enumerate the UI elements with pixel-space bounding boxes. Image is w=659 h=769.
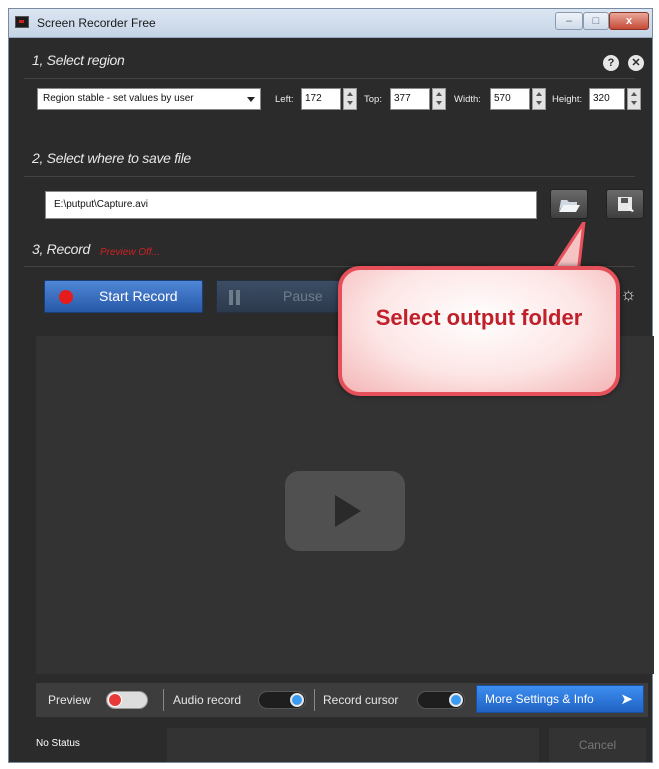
divider — [24, 78, 635, 79]
save-as-icon — [618, 197, 634, 212]
section-1-title: 1, Select region — [32, 52, 125, 68]
chevron-down-icon — [247, 97, 255, 102]
top-input[interactable]: 377 — [390, 88, 430, 110]
start-record-label: Start Record — [99, 288, 178, 304]
save-file-button[interactable] — [606, 189, 644, 219]
toggle-knob — [449, 693, 463, 707]
cursor-toggle-label: Record cursor — [323, 693, 399, 707]
status-box — [167, 728, 539, 762]
play-triangle — [335, 495, 361, 527]
cancel-button[interactable]: Cancel — [549, 728, 646, 762]
cursor-toggle[interactable] — [417, 691, 465, 709]
send-icon: ➤ — [620, 691, 633, 708]
left-spinner[interactable] — [343, 88, 357, 110]
more-settings-button[interactable]: More Settings & Info ➤ — [476, 685, 644, 713]
help-icon[interactable]: ? — [603, 55, 619, 71]
section-3-title: 3, Record — [32, 241, 90, 257]
region-mode-value: Region stable - set values by user — [43, 93, 194, 104]
output-path-field[interactable]: E:\putput\Capture.avi — [45, 191, 537, 219]
close-window-button[interactable]: x — [609, 12, 649, 30]
preview-toggle[interactable] — [106, 691, 148, 709]
close-panel-icon[interactable]: ✕ — [628, 55, 644, 71]
start-record-button[interactable]: Start Record — [44, 280, 203, 313]
browse-folder-button[interactable] — [550, 189, 588, 219]
top-spinner[interactable] — [432, 88, 446, 110]
width-input[interactable]: 570 — [490, 88, 530, 110]
preview-toggle-label: Preview — [48, 693, 91, 707]
title-bar: Screen Recorder Free – □ x — [9, 9, 652, 38]
preview-status: Preview Off... — [100, 247, 161, 258]
status-text: No Status — [36, 738, 80, 749]
settings-icon[interactable]: ☼ — [620, 284, 637, 305]
minimize-button[interactable]: – — [555, 12, 583, 30]
width-spinner[interactable] — [532, 88, 546, 110]
folder-open-icon — [559, 200, 580, 212]
play-icon[interactable] — [285, 471, 405, 551]
left-label: Left: — [275, 94, 294, 105]
more-settings-label: More Settings & Info — [485, 692, 594, 706]
toggle-knob — [108, 693, 122, 707]
maximize-button[interactable]: □ — [583, 12, 609, 30]
left-input[interactable]: 172 — [301, 88, 341, 110]
audio-toggle-label: Audio record — [173, 693, 242, 707]
options-bar: Preview Audio record Record cursor More … — [36, 683, 648, 717]
height-input[interactable]: 320 — [589, 88, 625, 110]
window-title: Screen Recorder Free — [37, 16, 156, 30]
pause-icon — [229, 290, 233, 305]
section-2-title: 2, Select where to save file — [32, 150, 191, 166]
separator — [163, 689, 164, 711]
height-spinner[interactable] — [627, 88, 641, 110]
pause-label: Pause — [283, 288, 323, 304]
width-label: Width: — [454, 94, 481, 105]
region-mode-select[interactable]: Region stable - set values by user — [37, 88, 261, 110]
app-icon — [15, 16, 29, 28]
divider — [24, 176, 635, 177]
separator — [314, 689, 315, 711]
callout-annotation: Select output folder — [338, 266, 620, 396]
toggle-knob — [290, 693, 304, 707]
top-label: Top: — [364, 94, 382, 105]
height-label: Height: — [552, 94, 583, 105]
record-icon — [59, 290, 73, 304]
audio-toggle[interactable] — [258, 691, 306, 709]
